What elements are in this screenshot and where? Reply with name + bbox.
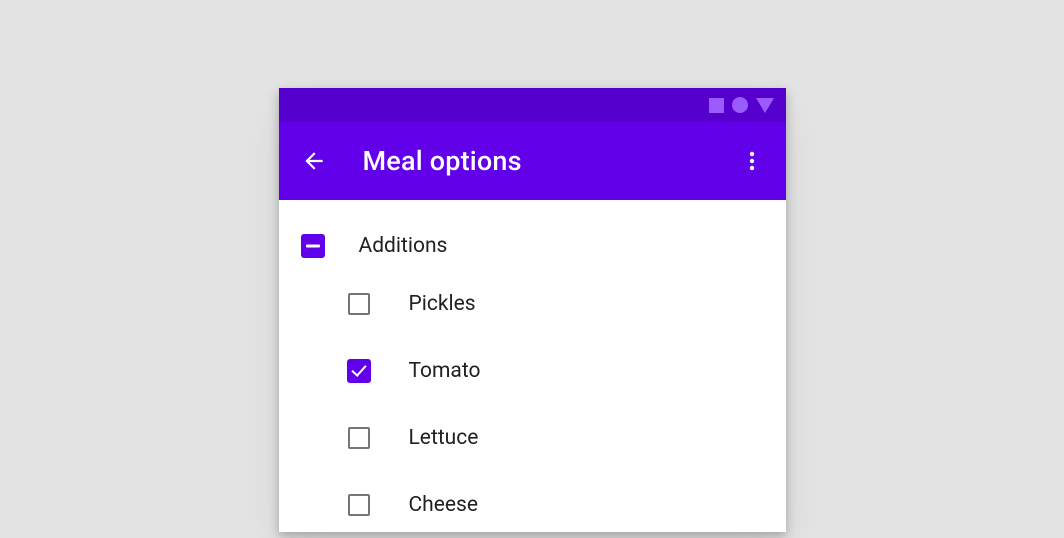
status-square-icon [709, 98, 724, 113]
option-label: Cheese [409, 493, 478, 517]
status-triangle-icon [756, 98, 774, 113]
content-area: Additions Pickles Tomato Lettuce Cheese [279, 200, 786, 538]
option-lettuce-row[interactable]: Lettuce [279, 404, 786, 471]
back-arrow-icon[interactable] [301, 148, 327, 174]
checkbox-indeterminate-icon[interactable] [301, 234, 325, 258]
option-pickles-row[interactable]: Pickles [279, 270, 786, 337]
option-label: Lettuce [409, 426, 479, 450]
option-cheese-row[interactable]: Cheese [279, 471, 786, 538]
option-label: Pickles [409, 292, 476, 316]
status-circle-icon [732, 97, 748, 113]
app-bar: Meal options [279, 122, 786, 200]
checkbox-unchecked-icon[interactable] [347, 493, 371, 517]
status-bar [279, 88, 786, 122]
additions-parent-row[interactable]: Additions [279, 222, 786, 270]
option-tomato-row[interactable]: Tomato [279, 337, 786, 404]
checkbox-checked-icon[interactable] [347, 359, 371, 383]
more-vert-icon[interactable] [738, 147, 766, 175]
option-label: Tomato [409, 359, 481, 383]
additions-label: Additions [359, 234, 448, 258]
checkbox-unchecked-icon[interactable] [347, 426, 371, 450]
device-frame: Meal options Additions Pickles [279, 88, 786, 532]
checkbox-unchecked-icon[interactable] [347, 292, 371, 316]
page-title: Meal options [363, 145, 738, 177]
